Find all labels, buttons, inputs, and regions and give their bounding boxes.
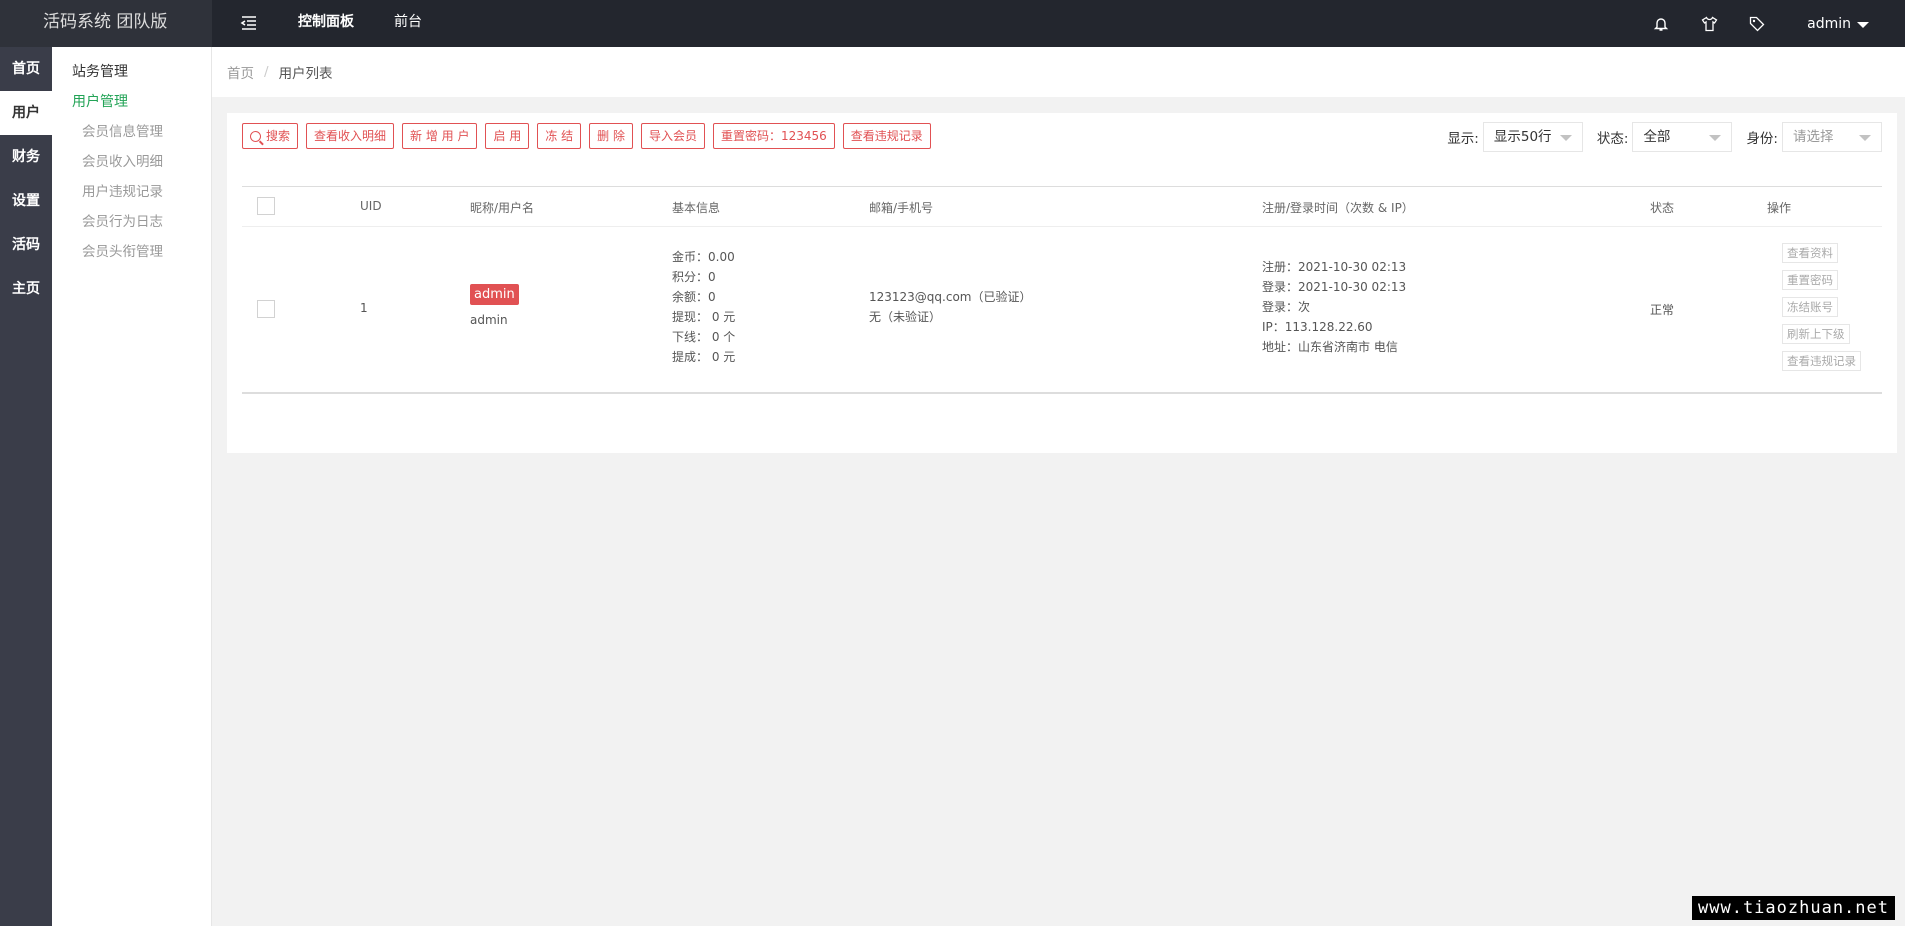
row-actions: 查看资料 重置密码 冻结账号 刷新上下级 查看违规记录 [1782, 243, 1861, 378]
chevron-down-icon [1559, 135, 1572, 141]
view-income-button[interactable]: 查看收入明细 [306, 123, 395, 149]
basic-coins: 金币：0.00 [672, 250, 735, 264]
basic-withdraw: 提现： 0 元 [672, 310, 736, 324]
row-contact: 123123@qq.com（已验证） 无（未验证） [869, 287, 1032, 327]
row-name-cell: admin admin [470, 284, 519, 327]
login-count: 登录：次 [1262, 300, 1311, 314]
breadcrumb-current: 用户列表 [278, 66, 333, 82]
enable-button[interactable]: 启 用 [485, 123, 530, 149]
login-time: 登录：2021-10-30 02:13 [1262, 280, 1407, 294]
breadcrumb-separator: / [264, 64, 269, 80]
submenu-item-member-info[interactable]: 会员信息管理 [52, 117, 211, 147]
tag-icon[interactable] [1747, 14, 1767, 34]
add-user-button[interactable]: 新 增 用 户 [402, 123, 478, 149]
header-basic: 基本信息 [672, 201, 721, 215]
sidebar-item-main[interactable]: 主页 [0, 267, 52, 311]
status-value: 全部 [1643, 129, 1671, 145]
watermark: www.tiaozhuan.net [1692, 896, 1895, 920]
sidebar-item-live-code[interactable]: 活码 [0, 223, 52, 267]
row-status: 正常 [1650, 303, 1675, 317]
role-label: 身份: [1746, 131, 1778, 147]
submenu-item-violations[interactable]: 用户违规记录 [52, 177, 211, 207]
user-menu[interactable]: admin [1807, 16, 1869, 32]
header-contact: 邮箱/手机号 [869, 201, 934, 215]
submenu-item-titles[interactable]: 会员头衔管理 [52, 237, 211, 267]
contact-phone: 无（未验证） [869, 310, 942, 324]
contact-email: 123123@qq.com（已验证） [869, 290, 1032, 304]
reg-time: 注册：2021-10-30 02:13 [1262, 260, 1407, 274]
submenu-item-behavior-log[interactable]: 会员行为日志 [52, 207, 211, 237]
login-ip: IP：113.128.22.60 [1262, 320, 1373, 334]
top-right-tools: admin [1651, 0, 1905, 47]
chevron-down-icon [1857, 21, 1869, 28]
row-checkbox[interactable] [257, 300, 275, 318]
user-list-panel: 搜索 查看收入明细 新 增 用 户 启 用 冻 结 删 除 导入会员 重置密码：… [227, 113, 1897, 453]
secondary-sidebar: 站务管理 用户管理 会员信息管理 会员收入明细 用户违规记录 会员行为日志 会员… [52, 47, 212, 926]
top-nav: 控制面板 前台 [298, 0, 462, 47]
submenu-item-member-income[interactable]: 会员收入明细 [52, 147, 211, 177]
row-registration: 注册：2021-10-30 02:13 登录：2021-10-30 02:13 … [1262, 257, 1406, 357]
sidebar-item-settings[interactable]: 设置 [0, 179, 52, 223]
filters: 显示: 显示50行 状态: 全部 身份: 请选择 [1447, 122, 1882, 152]
role-badge: admin [470, 284, 519, 305]
login-address: 地址：山东省济南市 电信 [1262, 340, 1398, 354]
user-name: admin [1807, 15, 1851, 32]
search-button[interactable]: 搜索 [242, 123, 299, 149]
view-violations-button[interactable]: 查看违规记录 [842, 123, 931, 149]
top-bar: 活码系统 团队版 控制面板 前台 admin [0, 0, 1905, 47]
row-uid: 1 [360, 301, 368, 315]
search-button-label: 搜索 [266, 129, 291, 143]
display-rows-select[interactable]: 显示50行 [1482, 122, 1583, 152]
menu-fold-icon[interactable] [240, 14, 260, 34]
tshirt-icon[interactable] [1699, 14, 1719, 34]
nav-frontend[interactable]: 前台 [394, 0, 422, 47]
role-select[interactable]: 请选择 [1782, 122, 1882, 152]
role-placeholder: 请选择 [1793, 129, 1834, 145]
sidebar-item-home[interactable]: 首页 [0, 47, 52, 91]
freeze-account-button[interactable]: 冻结账号 [1782, 297, 1838, 317]
sidebar-item-finance[interactable]: 财务 [0, 135, 52, 179]
chevron-down-icon [1709, 135, 1722, 141]
chevron-down-icon [1859, 135, 1871, 141]
header-uid: UID [360, 199, 382, 213]
table-row: 1 admin admin 金币：0.00 积分：0 余额：0 提现： 0 元 … [242, 227, 1882, 392]
display-label: 显示: [1447, 131, 1479, 147]
basic-downline: 下线： 0 个 [672, 330, 736, 344]
submenu-group-users[interactable]: 用户管理 [52, 87, 211, 117]
row-basic-info: 金币：0.00 积分：0 余额：0 提现： 0 元 下线： 0 个 提成： 0 … [672, 247, 735, 367]
refresh-hierarchy-button[interactable]: 刷新上下级 [1782, 324, 1850, 344]
row-username: admin [470, 313, 508, 327]
toolbar: 搜索 查看收入明细 新 增 用 户 启 用 冻 结 删 除 导入会员 重置密码：… [242, 123, 939, 149]
display-rows-value: 显示50行 [1493, 129, 1552, 145]
basic-points: 积分：0 [672, 270, 716, 284]
header-registration: 注册/登录时间（次数 & IP） [1262, 201, 1414, 215]
search-icon [250, 130, 261, 142]
header-actions: 操作 [1767, 201, 1792, 215]
row-reset-password-button[interactable]: 重置密码 [1782, 270, 1838, 290]
table-header: UID 昵称/用户名 基本信息 邮箱/手机号 注册/登录时间（次数 & IP） … [242, 187, 1882, 227]
basic-commission: 提成： 0 元 [672, 350, 736, 364]
view-profile-button[interactable]: 查看资料 [1782, 243, 1838, 263]
sidebar-item-users[interactable]: 用户 [0, 91, 52, 135]
reset-password-button[interactable]: 重置密码：123456 [712, 123, 835, 149]
row-view-violations-button[interactable]: 查看违规记录 [1782, 351, 1861, 371]
status-select[interactable]: 全部 [1632, 122, 1733, 152]
status-label: 状态: [1596, 131, 1629, 147]
freeze-button[interactable]: 冻 结 [537, 123, 582, 149]
header-name: 昵称/用户名 [470, 201, 535, 215]
breadcrumb: 首页 / 用户列表 [212, 47, 1905, 97]
primary-sidebar: 首页 用户 财务 设置 活码 主页 [0, 47, 52, 926]
select-all-checkbox[interactable] [257, 197, 275, 215]
user-table: UID 昵称/用户名 基本信息 邮箱/手机号 注册/登录时间（次数 & IP） … [242, 186, 1882, 394]
import-members-button[interactable]: 导入会员 [640, 123, 705, 149]
delete-button[interactable]: 删 除 [589, 123, 633, 149]
bell-icon[interactable] [1651, 14, 1671, 34]
header-status: 状态 [1650, 201, 1675, 215]
nav-control-panel[interactable]: 控制面板 [298, 0, 354, 47]
basic-balance: 余额：0 [672, 290, 716, 304]
app-logo: 活码系统 团队版 [0, 0, 212, 47]
submenu-group-site[interactable]: 站务管理 [52, 57, 211, 87]
breadcrumb-home[interactable]: 首页 [227, 62, 254, 82]
